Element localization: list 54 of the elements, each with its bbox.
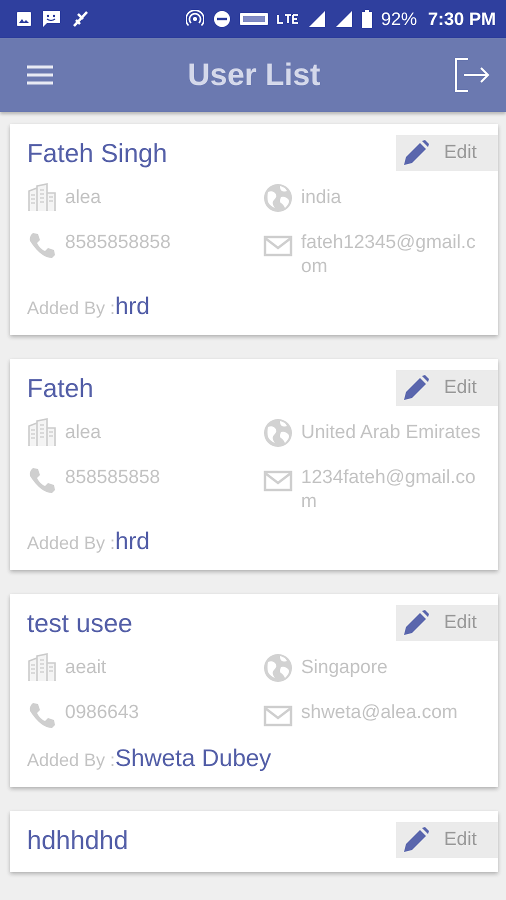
email-address: fateh12345@gmail.com: [301, 231, 477, 279]
battery-icon: [362, 10, 372, 28]
email-address: 1234fateh@gmail.com: [301, 466, 477, 514]
pencil-icon: [402, 374, 430, 402]
menu-button[interactable]: [26, 64, 54, 86]
added-by-name: Shweta Dubey: [115, 745, 272, 773]
phone-icon: [27, 701, 57, 731]
company-name: aeait: [65, 656, 108, 680]
screen-title: User List: [188, 57, 320, 93]
menu-icon: [26, 64, 54, 86]
image-icon: [16, 11, 32, 27]
globe-icon: [263, 183, 293, 213]
company-name: alea: [65, 186, 102, 210]
added-by-label: Added By :: [27, 298, 116, 319]
building-icon: [27, 183, 57, 213]
user-card[interactable]: test usee Edit aeait Singapore 0986643 shweta@alea.com Added By :Shweta Dubey: [10, 594, 498, 787]
pencil-icon: [402, 139, 430, 167]
user-name: Fateh: [27, 372, 94, 404]
phone-number: 8585858858: [65, 231, 172, 255]
user-card[interactable]: hdhhdhd Edit: [10, 811, 498, 872]
logout-button[interactable]: [454, 57, 490, 93]
clock-time: 7:30 PM: [428, 8, 496, 30]
building-icon: [27, 418, 57, 448]
country-name: Singapore: [301, 656, 389, 680]
message-icon: [41, 10, 61, 28]
signal-icon: [334, 10, 353, 28]
phone-number: 858585858: [65, 466, 162, 490]
added-by-label: Added By :: [27, 750, 116, 771]
pencil-icon: [402, 609, 430, 637]
pencil-icon: [402, 826, 430, 854]
user-card[interactable]: Fateh Edit alea United Arab Emirates 858585858 1234fateh@gmail.com Added By :hrd: [10, 359, 498, 570]
country-name: United Arab Emirates: [301, 421, 482, 445]
user-name: hdhhdhd: [27, 824, 128, 856]
country-name: india: [301, 186, 342, 210]
globe-icon: [263, 653, 293, 683]
added-by-name: hrd: [115, 528, 150, 556]
phone-number: 0986643: [65, 701, 140, 725]
added-by-name: hrd: [115, 293, 150, 321]
phone-icon: [27, 466, 57, 496]
building-icon: [27, 653, 57, 683]
user-name: test usee: [27, 608, 133, 638]
lte-icon: [276, 14, 299, 24]
hotspot-icon: [186, 10, 204, 28]
email-address: shweta@alea.com: [301, 701, 459, 725]
globe-icon: [263, 418, 293, 448]
company-name: alea: [65, 421, 102, 445]
do-not-disturb-icon: [212, 10, 231, 28]
user-card[interactable]: Fateh Singh Edit alea india 8585858858 fateh12345@gmail.com Added By :hrd: [10, 124, 498, 335]
battery-percentage: 92%: [380, 8, 417, 30]
logout-icon: [454, 57, 490, 93]
added-by-label: Added By :: [27, 533, 116, 554]
phone-icon: [27, 231, 57, 261]
user-name: Fateh Singh: [27, 138, 168, 168]
signal-icon: [308, 10, 326, 28]
